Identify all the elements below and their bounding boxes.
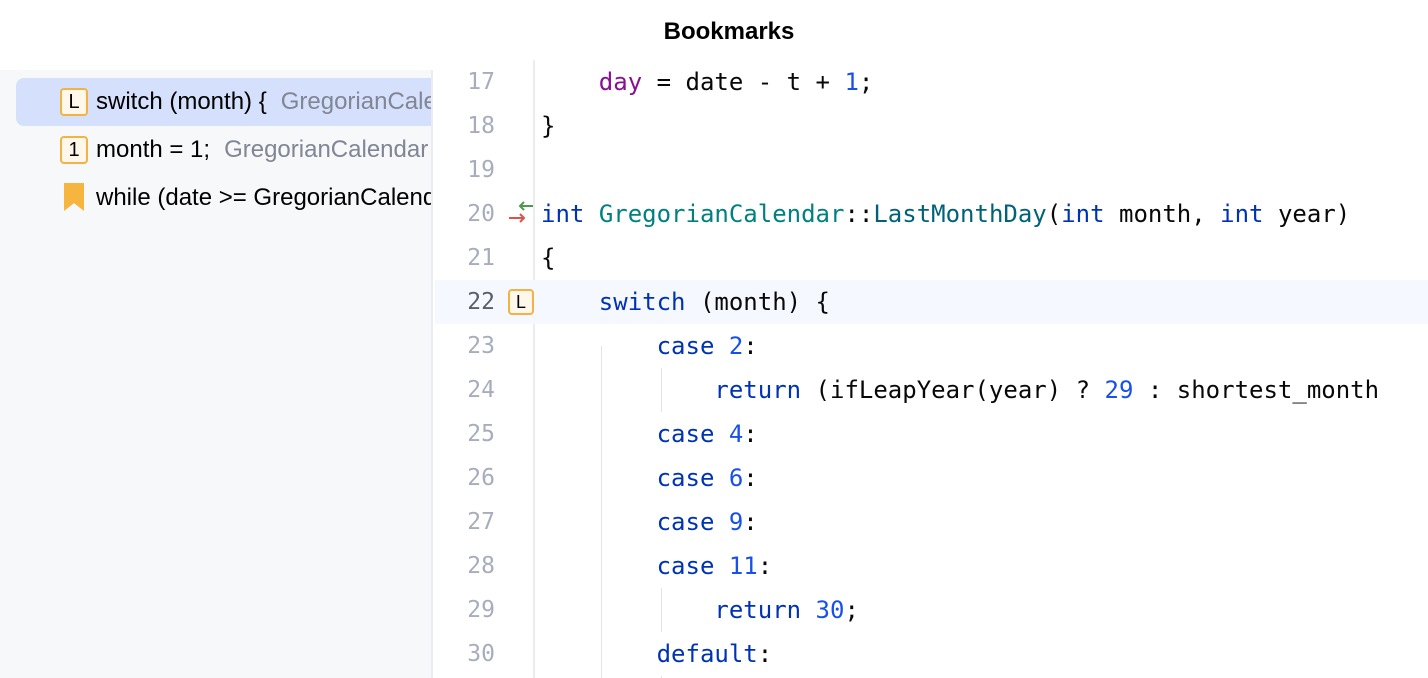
line-number[interactable]: 19 [435,148,495,192]
bookmark-mnemonic: L [60,88,88,116]
gutter-mnemonic-bookmark-icon[interactable]: L [508,289,534,315]
bookmark-text: while (date >= GregorianCalendar [96,184,433,211]
implementation-arrows-icon[interactable] [507,198,537,230]
bookmark-item[interactable]: L switch (month) { GregorianCalendar [16,78,431,126]
code-text[interactable]: return 30; [541,588,859,632]
bookmark-flag-icon [64,183,84,211]
code-line[interactable]: 26 case 6: [435,456,1428,500]
line-number[interactable]: 29 [435,588,495,632]
code-text[interactable]: case 4: [541,412,758,456]
line-number[interactable]: 20 [435,192,495,236]
bookmark-text: month = 1; [96,136,211,163]
code-line[interactable]: 19 [435,148,1428,192]
line-number[interactable]: 21 [435,236,495,280]
bookmarks-list: L switch (month) { GregorianCalendar 1 m… [0,70,433,678]
bookmark-text: switch (month) { [96,88,267,115]
code-line[interactable]: 24 return (ifLeapYear(year) ? 29 : short… [435,368,1428,412]
window-title: Bookmarks [663,18,795,45]
mnemonic-bookmark-icon: L [60,78,104,126]
bookmark-location: GregorianCalendar [280,88,431,115]
line-number[interactable]: 23 [435,324,495,368]
line-number[interactable]: 30 [435,632,495,676]
line-number[interactable]: 22 [435,280,495,324]
code-text[interactable]: case 2: [541,324,758,368]
code-line[interactable]: 21 { [435,236,1428,280]
line-number[interactable]: 27 [435,500,495,544]
line-number[interactable]: 24 [435,368,495,412]
indent-guide [601,346,602,678]
bookmark-location: GregorianCalendar [224,136,429,163]
code-text[interactable]: case 9: [541,500,758,544]
line-number[interactable]: 25 [435,412,495,456]
bookmark-mnemonic: 1 [60,136,88,164]
code-text[interactable]: case 11: [541,544,773,588]
code-editor[interactable]: 17 day = date - t + 1; 18} 19 20 int Gregori… [435,60,1428,678]
code-text[interactable]: switch (month) { [541,280,830,324]
code-text[interactable]: } [541,104,555,148]
indent-guide [661,368,662,412]
code-text[interactable]: return (ifLeapYear(year) ? 29 : shortest… [541,368,1379,412]
indent-guide [661,588,662,632]
code-line[interactable]: 23 case 2: [435,324,1428,368]
code-text[interactable]: case 6: [541,456,758,500]
code-line[interactable]: 22 L switch (month) { [435,280,1428,324]
code-line[interactable]: 27 case 9: [435,500,1428,544]
line-number[interactable]: 17 [435,60,495,104]
bookmark-item[interactable]: 1 month = 1; GregorianCalendar [16,126,431,174]
mnemonic-bookmark-icon: 1 [60,126,104,174]
bookmark-icon [60,174,104,222]
code-text[interactable]: default: [541,632,773,676]
code-line[interactable]: 18} [435,104,1428,148]
line-number[interactable]: 28 [435,544,495,588]
line-number[interactable]: 26 [435,456,495,500]
line-number[interactable]: 18 [435,104,495,148]
code-text[interactable]: int GregorianCalendar::LastMonthDay(int … [541,192,1350,236]
code-line[interactable]: 20 int GregorianCalendar::LastMonthDay(in… [435,192,1428,236]
code-line[interactable]: 30 default: [435,632,1428,676]
code-line[interactable]: 17 day = date - t + 1; [435,60,1428,104]
code-line[interactable]: 25 case 4: [435,412,1428,456]
bookmark-item[interactable]: while (date >= GregorianCalendar [16,174,433,222]
code-line[interactable]: 29 return 30; [435,588,1428,632]
code-text[interactable]: { [541,236,555,280]
code-text[interactable]: day = date - t + 1; [541,60,874,104]
code-line[interactable]: 28 case 11: [435,544,1428,588]
